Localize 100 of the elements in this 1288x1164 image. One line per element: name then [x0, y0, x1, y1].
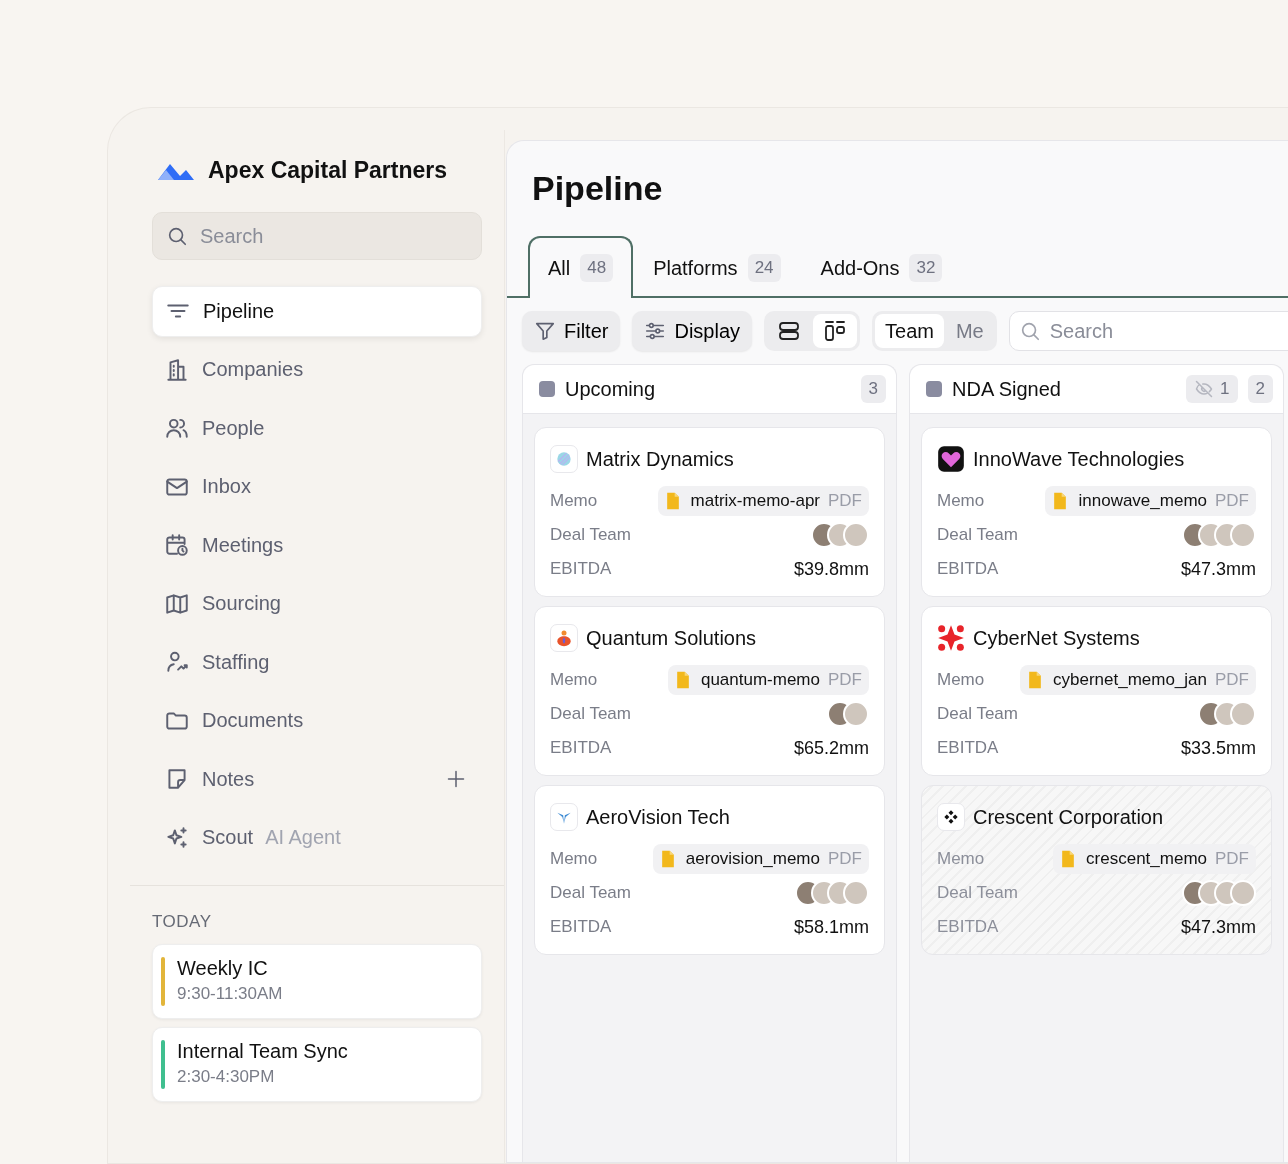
nav-item[interactable]: Notes [152, 754, 482, 805]
field-label: Deal Team [550, 704, 631, 724]
field-label: EBITDA [550, 917, 612, 937]
view-mode-button[interactable] [813, 314, 858, 348]
deal-card[interactable]: AeroVision Tech Memo aerovision_memo PDF Deal Team EBITDA $58.1mm [534, 785, 885, 955]
company-name: Quantum Solutions [586, 626, 757, 650]
heart-logo-icon [937, 445, 965, 473]
file-name: matrix-memo-apr [690, 491, 820, 511]
event-card[interactable]: Internal Team Sync 2:30-4:30PM [152, 1027, 482, 1102]
sparkle-icon [164, 824, 190, 851]
file-chip[interactable]: aerovision_memo PDF [652, 844, 869, 874]
nav-item[interactable]: Staffing [152, 637, 482, 688]
ebitda-value: $33.5mm [1180, 737, 1256, 759]
nav-item[interactable]: Pipeline [152, 286, 482, 337]
file-chip[interactable]: quantum-memo PDF [667, 665, 869, 695]
company-name: AeroVision Tech [586, 805, 730, 829]
file-type: PDF [1215, 849, 1249, 869]
ebitda-value: $47.3mm [1180, 558, 1256, 580]
file-type: PDF [1215, 670, 1249, 690]
nav-item[interactable]: Scout AI Agent [152, 812, 482, 863]
field-label: Deal Team [937, 704, 1018, 724]
deal-card[interactable]: CyberNet Systems Memo cybernet_memo_jan PDF Deal Team EBITDA $33.5mm [921, 606, 1272, 776]
file-chip[interactable]: cybernet_memo_jan PDF [1019, 665, 1256, 695]
column-title: NDA Signed [952, 377, 1062, 401]
avatar [843, 880, 869, 906]
deal-card[interactable]: InnoWave Technologies Memo innowave_memo PDF Deal Team EBITDA $47.3mm [921, 427, 1272, 597]
field-label: Deal Team [937, 525, 1018, 545]
nav-item[interactable]: Companies [152, 344, 482, 395]
tab[interactable]: Platforms 24 [633, 236, 801, 298]
scope-option[interactable]: Team [875, 314, 944, 348]
tab-label: All [548, 256, 571, 280]
star-logo-icon [937, 624, 965, 652]
field-label: EBITDA [937, 559, 999, 579]
file-name: cybernet_memo_jan [1052, 670, 1207, 690]
count-badge: 3 [860, 375, 886, 403]
avatar [843, 701, 869, 727]
search-field[interactable]: Search [152, 212, 482, 260]
field-label: Memo [550, 849, 598, 869]
avatar [1230, 880, 1256, 906]
nav-item[interactable]: People [152, 403, 482, 454]
diamonds-logo-icon [937, 803, 965, 831]
tab[interactable]: Add-Ons 32 [800, 236, 963, 298]
avatar [1230, 522, 1256, 548]
globe-logo-icon [550, 445, 578, 473]
scope-option[interactable]: Me [945, 314, 994, 348]
file-type: PDF [828, 670, 862, 690]
nav-item[interactable]: Meetings [152, 520, 482, 571]
field-label: Memo [550, 670, 598, 690]
display-button[interactable]: Display [632, 311, 753, 351]
event-title: Internal Team Sync [177, 1040, 348, 1063]
agent-tag: AI Agent [265, 826, 341, 850]
event-time: 2:30-4:30PM [177, 1067, 276, 1087]
tab[interactable]: All 48 [528, 236, 634, 298]
calendar-clock-icon [164, 532, 190, 559]
nav-item[interactable]: Sourcing [152, 578, 482, 629]
field-label: Memo [937, 670, 985, 690]
count-badge: 2 [1247, 375, 1273, 403]
field-label: EBITDA [937, 917, 999, 937]
brand-name: Apex Capital Partners [208, 156, 448, 184]
file-type: PDF [828, 491, 862, 511]
column-title: Upcoming [565, 377, 657, 401]
tab-label: Platforms [653, 256, 738, 280]
company-name: Crescent Corporation [973, 805, 1164, 829]
event-card[interactable]: Weekly IC 9:30-11:30AM [152, 944, 482, 1019]
eye-off-icon [1194, 379, 1215, 399]
file-chip[interactable]: matrix-memo-apr PDF [657, 486, 869, 516]
page-title: Pipeline [531, 168, 664, 209]
status-icon [539, 381, 555, 397]
search-field[interactable]: Search [1008, 311, 1288, 351]
field-label: Deal Team [550, 883, 631, 903]
rows-icon [777, 319, 802, 343]
file-chip[interactable]: crescent_memo PDF [1053, 844, 1256, 874]
field-label: Memo [937, 491, 985, 511]
company-name: InnoWave Technologies [973, 447, 1185, 471]
file-name: aerovision_memo [685, 849, 820, 869]
file-chip[interactable]: innowave_memo PDF [1045, 486, 1256, 516]
deal-card[interactable]: Crescent Corporation Memo crescent_memo PDF Deal Team EBITDA $47.3mm [921, 785, 1272, 955]
filter-button[interactable]: Filter [522, 311, 621, 351]
event-title: Weekly IC [177, 957, 269, 980]
field-label: Memo [550, 491, 598, 511]
file-type: PDF [1215, 491, 1249, 511]
count-badge: 24 [747, 254, 781, 282]
building-icon [164, 356, 190, 383]
field-label: EBITDA [550, 738, 612, 758]
file-name: innowave_memo [1078, 491, 1207, 511]
deal-card[interactable]: Quantum Solutions Memo quantum-memo PDF Deal Team EBITDA $65.2mm [534, 606, 885, 776]
search-icon [166, 225, 188, 247]
ebitda-value: $39.8mm [793, 558, 869, 580]
company-name: Matrix Dynamics [586, 447, 734, 471]
file-name: crescent_memo [1086, 849, 1207, 869]
company-name: CyberNet Systems [973, 626, 1140, 650]
plus-icon[interactable] [446, 769, 466, 790]
hidden-count[interactable]: 1 [1186, 375, 1238, 403]
nav-item[interactable]: Inbox [152, 461, 482, 512]
nav-item[interactable]: Documents [152, 695, 482, 746]
avatar [843, 522, 869, 548]
deal-card[interactable]: Matrix Dynamics Memo matrix-memo-apr PDF Deal Team EBITDA $39.8mm [534, 427, 885, 597]
section-heading: TODAY [152, 912, 213, 932]
status-icon [926, 381, 942, 397]
ebitda-value: $47.3mm [1180, 916, 1256, 938]
